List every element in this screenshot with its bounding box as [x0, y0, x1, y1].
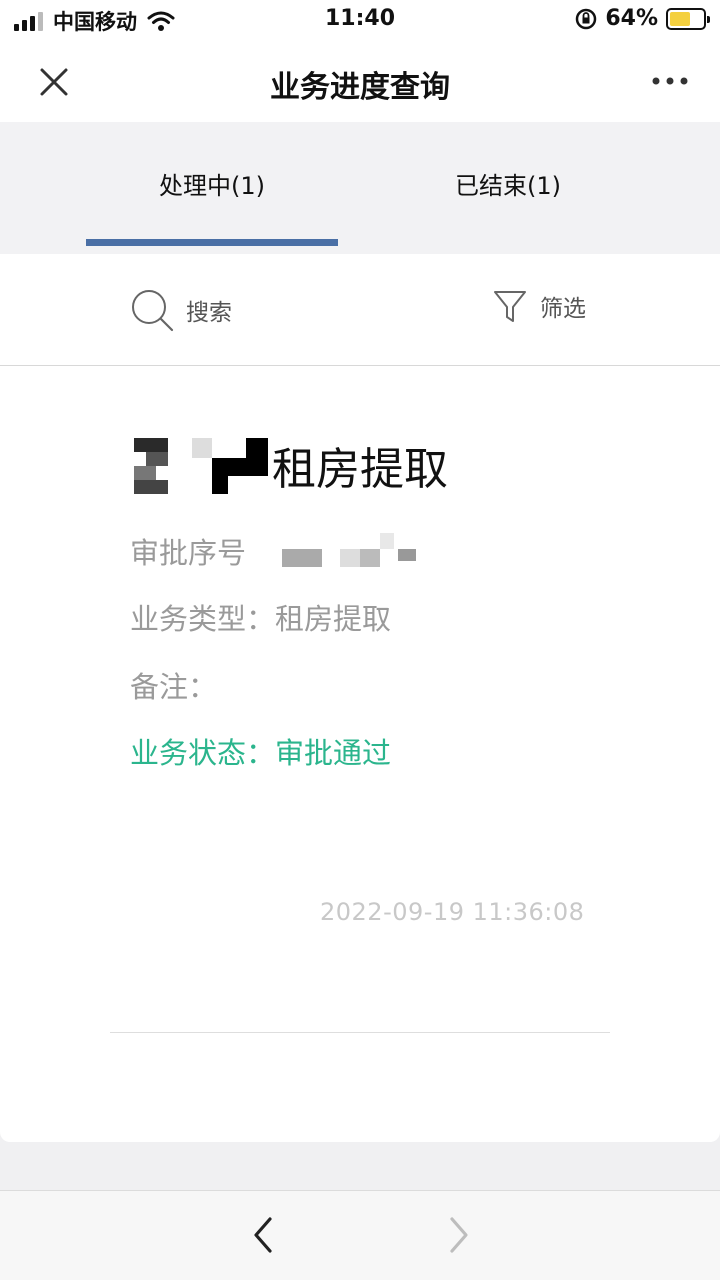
business-type-label: 业务类型：: [130, 602, 276, 636]
business-type-value: 租房提取: [275, 602, 392, 636]
filter-button[interactable]: 筛选: [492, 288, 586, 324]
status-row: 业务状态： 审批通过: [130, 730, 391, 772]
remark-row: 备注：: [130, 664, 217, 706]
rotation-lock-icon: [576, 8, 597, 29]
record-card[interactable]: 租房提取 审批序号 业务类型： 租房提取 备注： 业务状态： 审批通过 2022…: [0, 366, 720, 1142]
remark-label: 备注：: [130, 670, 218, 704]
search-button[interactable]: 搜索: [130, 288, 232, 332]
business-type-row: 业务类型： 租房提取: [130, 596, 391, 638]
battery-level: [670, 11, 691, 26]
tab-processing[interactable]: 处理中(1): [86, 166, 338, 201]
approval-no-label: 审批序号: [130, 536, 247, 570]
filter-icon: [494, 291, 526, 322]
search-label: 搜索: [186, 300, 232, 326]
page-title: 业务进度查询: [270, 70, 450, 105]
search-filter-bar: 搜索 筛选: [0, 254, 720, 366]
bottom-nav-bar: [0, 1190, 720, 1280]
battery-percent: 64%: [605, 6, 658, 31]
status-right: 64%: [575, 6, 710, 31]
status-label: 业务状态：: [130, 736, 276, 770]
filter-label: 筛选: [540, 296, 586, 322]
record-title: 租房提取: [134, 432, 448, 498]
tab-finished[interactable]: 已结束(1): [382, 166, 634, 201]
nav-header: 业务进度查询: [0, 40, 720, 122]
search-icon: [132, 290, 174, 332]
tab-active-indicator: [86, 239, 338, 246]
redacted-block: [134, 432, 268, 498]
status-value: 审批通过: [275, 736, 392, 770]
record-title-text: 租房提取: [272, 444, 448, 495]
back-arrow-icon[interactable]: [246, 1213, 280, 1257]
battery-icon: [666, 7, 710, 30]
status-bar: 中国移动 11:40 64%: [0, 0, 720, 40]
record-timestamp: 2022-09-19 11:36:08: [320, 898, 585, 926]
forward-arrow-icon[interactable]: [442, 1213, 476, 1257]
tab-bar: 处理中(1) 已结束(1): [0, 122, 720, 254]
card-divider: [110, 1032, 610, 1033]
redacted-approval-no: [252, 531, 422, 571]
more-icon[interactable]: [650, 66, 690, 96]
approval-no-row: 审批序号: [130, 530, 422, 572]
